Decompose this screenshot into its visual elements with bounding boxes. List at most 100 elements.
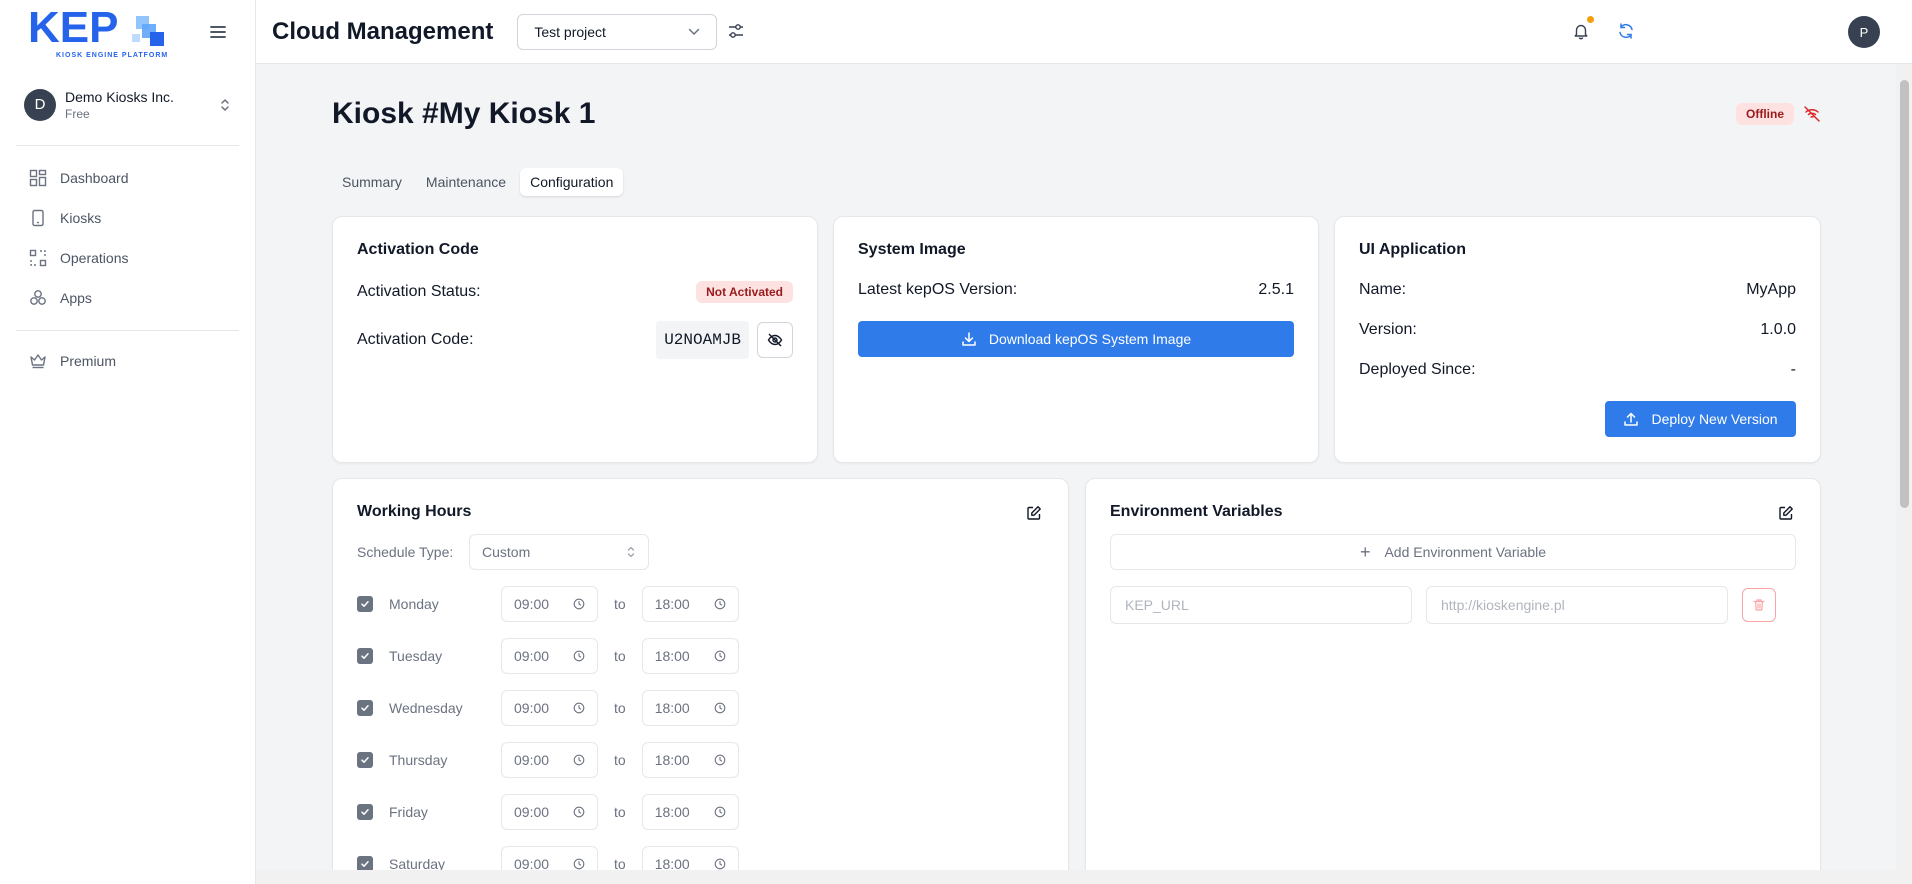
user-avatar[interactable]: P bbox=[1848, 16, 1880, 48]
add-environment-variable-button[interactable]: + Add Environment Variable bbox=[1110, 534, 1796, 570]
start-time-value: 09:00 bbox=[514, 648, 550, 664]
day-row-thursday: Thursday 09:00 to 18:00 bbox=[357, 742, 739, 778]
to-label: to bbox=[614, 804, 626, 820]
day-checkbox[interactable] bbox=[357, 804, 373, 820]
day-name: Monday bbox=[389, 596, 439, 612]
ui-application-card: UI Application Name: MyApp Version: 1.0.… bbox=[1334, 216, 1821, 463]
clock-icon bbox=[714, 858, 726, 870]
download-system-image-button[interactable]: Download kepOS System Image bbox=[858, 321, 1294, 357]
end-time-value: 18:00 bbox=[654, 648, 690, 664]
notifications-bell-icon[interactable] bbox=[1572, 16, 1594, 42]
day-checkbox[interactable] bbox=[357, 856, 373, 870]
clock-icon bbox=[714, 650, 726, 662]
clock-icon bbox=[573, 598, 585, 610]
offline-icon bbox=[1803, 105, 1821, 123]
day-checkbox[interactable] bbox=[357, 596, 373, 612]
tablet-icon bbox=[28, 208, 48, 228]
sidebar-item-label: Dashboard bbox=[60, 170, 129, 186]
start-time-input[interactable]: 09:00 bbox=[501, 586, 598, 622]
schedule-type-value: Custom bbox=[482, 544, 531, 560]
sidebar-item-apps[interactable]: Apps bbox=[16, 278, 239, 318]
svg-text:KEP: KEP bbox=[28, 3, 118, 52]
day-checkbox[interactable] bbox=[357, 648, 373, 664]
env-var-row: KEP_URL http://kioskengine.pl bbox=[1110, 586, 1796, 624]
logo-area: KEP KIOSK ENGINE PLATFORM bbox=[0, 0, 255, 64]
project-select[interactable]: Test project bbox=[517, 13, 718, 50]
org-switcher[interactable]: D Demo Kiosks Inc. Free bbox=[16, 78, 239, 146]
system-image-card: System Image Latest kepOS Version: 2.5.1… bbox=[833, 216, 1319, 463]
clock-icon bbox=[714, 754, 726, 766]
day-name: Thursday bbox=[389, 752, 448, 768]
deploy-new-version-button[interactable]: Deploy New Version bbox=[1605, 401, 1796, 437]
refresh-icon[interactable] bbox=[1617, 22, 1637, 42]
delete-env-var-button[interactable] bbox=[1742, 588, 1776, 622]
sidebar: KEP KIOSK ENGINE PLATFORM D Demo Kiosks … bbox=[0, 0, 256, 884]
menu-toggle-icon[interactable] bbox=[207, 21, 229, 43]
filter-settings-icon[interactable] bbox=[727, 22, 747, 42]
start-time-input[interactable]: 09:00 bbox=[501, 846, 598, 870]
toggle-visibility-button[interactable] bbox=[757, 322, 793, 358]
activation-status-label: Activation Status: bbox=[357, 283, 481, 300]
sidebar-item-kiosks[interactable]: Kiosks bbox=[16, 198, 239, 238]
activation-code-card: Activation Code Activation Status: Not A… bbox=[332, 216, 818, 463]
vertical-scrollbar[interactable] bbox=[1896, 64, 1912, 884]
nav-divider bbox=[16, 330, 239, 331]
to-label: to bbox=[614, 648, 626, 664]
end-time-input[interactable]: 18:00 bbox=[641, 794, 739, 830]
start-time-value: 09:00 bbox=[514, 596, 550, 612]
start-time-input[interactable]: 09:00 bbox=[501, 742, 598, 778]
tab-summary[interactable]: Summary bbox=[332, 168, 412, 196]
clock-icon bbox=[714, 702, 726, 714]
scrollbar-thumb[interactable] bbox=[1900, 80, 1909, 508]
kep-logo[interactable]: KEP KIOSK ENGINE PLATFORM bbox=[28, 2, 172, 62]
horizontal-scrollbar bbox=[256, 870, 1896, 884]
sidebar-item-label: Apps bbox=[60, 290, 92, 306]
org-plan: Free bbox=[65, 106, 90, 121]
upload-icon bbox=[1623, 411, 1639, 427]
project-select-value: Test project bbox=[534, 23, 606, 40]
clock-icon bbox=[573, 650, 585, 662]
sidebar-item-operations[interactable]: Operations bbox=[16, 238, 239, 278]
sidebar-item-dashboard[interactable]: Dashboard bbox=[16, 158, 239, 198]
end-time-input[interactable]: 18:00 bbox=[641, 742, 739, 778]
edit-icon[interactable] bbox=[1778, 505, 1796, 523]
activation-code-label: Activation Code: bbox=[357, 331, 474, 348]
schedule-type-select[interactable]: Custom bbox=[469, 534, 649, 570]
end-time-input[interactable]: 18:00 bbox=[641, 586, 739, 622]
status-badge: Offline bbox=[1736, 103, 1794, 125]
dashboard-icon bbox=[28, 168, 48, 188]
tab-configuration[interactable]: Configuration bbox=[520, 168, 624, 196]
crown-icon bbox=[28, 351, 48, 371]
end-time-input[interactable]: 18:00 bbox=[641, 690, 739, 726]
end-time-input[interactable]: 18:00 bbox=[641, 846, 739, 870]
kepos-version-label: Latest kepOS Version: bbox=[858, 281, 1018, 298]
card-title: System Image bbox=[858, 241, 966, 258]
start-time-input[interactable]: 09:00 bbox=[501, 638, 598, 674]
sidebar-item-label: Kiosks bbox=[60, 210, 102, 226]
start-time-input[interactable]: 09:00 bbox=[501, 794, 598, 830]
sidebar-nav: Dashboard Kiosks Operations Apps bbox=[0, 146, 255, 318]
day-name: Tuesday bbox=[389, 648, 443, 664]
edit-icon[interactable] bbox=[1026, 505, 1044, 523]
schedule-type-label: Schedule Type: bbox=[357, 544, 454, 560]
card-title: Activation Code bbox=[357, 241, 479, 258]
apps-icon bbox=[28, 288, 48, 308]
day-checkbox[interactable] bbox=[357, 752, 373, 768]
day-row-tuesday: Tuesday 09:00 to 18:00 bbox=[357, 638, 739, 674]
deployed-since-label: Deployed Since: bbox=[1359, 361, 1476, 378]
sidebar-item-premium[interactable]: Premium bbox=[16, 341, 239, 381]
to-label: to bbox=[614, 752, 626, 768]
clock-icon bbox=[714, 598, 726, 610]
env-key-input[interactable]: KEP_URL bbox=[1110, 586, 1412, 624]
app-version-value: 1.0.0 bbox=[1760, 321, 1796, 338]
activation-code-value: U2NOAMJB bbox=[656, 321, 749, 359]
kiosk-title: Kiosk #My Kiosk 1 bbox=[332, 97, 596, 130]
end-time-input[interactable]: 18:00 bbox=[641, 638, 739, 674]
svg-text:KIOSK ENGINE PLATFORM: KIOSK ENGINE PLATFORM bbox=[56, 52, 168, 59]
end-time-value: 18:00 bbox=[654, 856, 690, 870]
day-checkbox[interactable] bbox=[357, 700, 373, 716]
plus-icon: + bbox=[1359, 541, 1371, 562]
tab-maintenance[interactable]: Maintenance bbox=[416, 168, 516, 196]
env-value-input[interactable]: http://kioskengine.pl bbox=[1426, 586, 1728, 624]
start-time-input[interactable]: 09:00 bbox=[501, 690, 598, 726]
